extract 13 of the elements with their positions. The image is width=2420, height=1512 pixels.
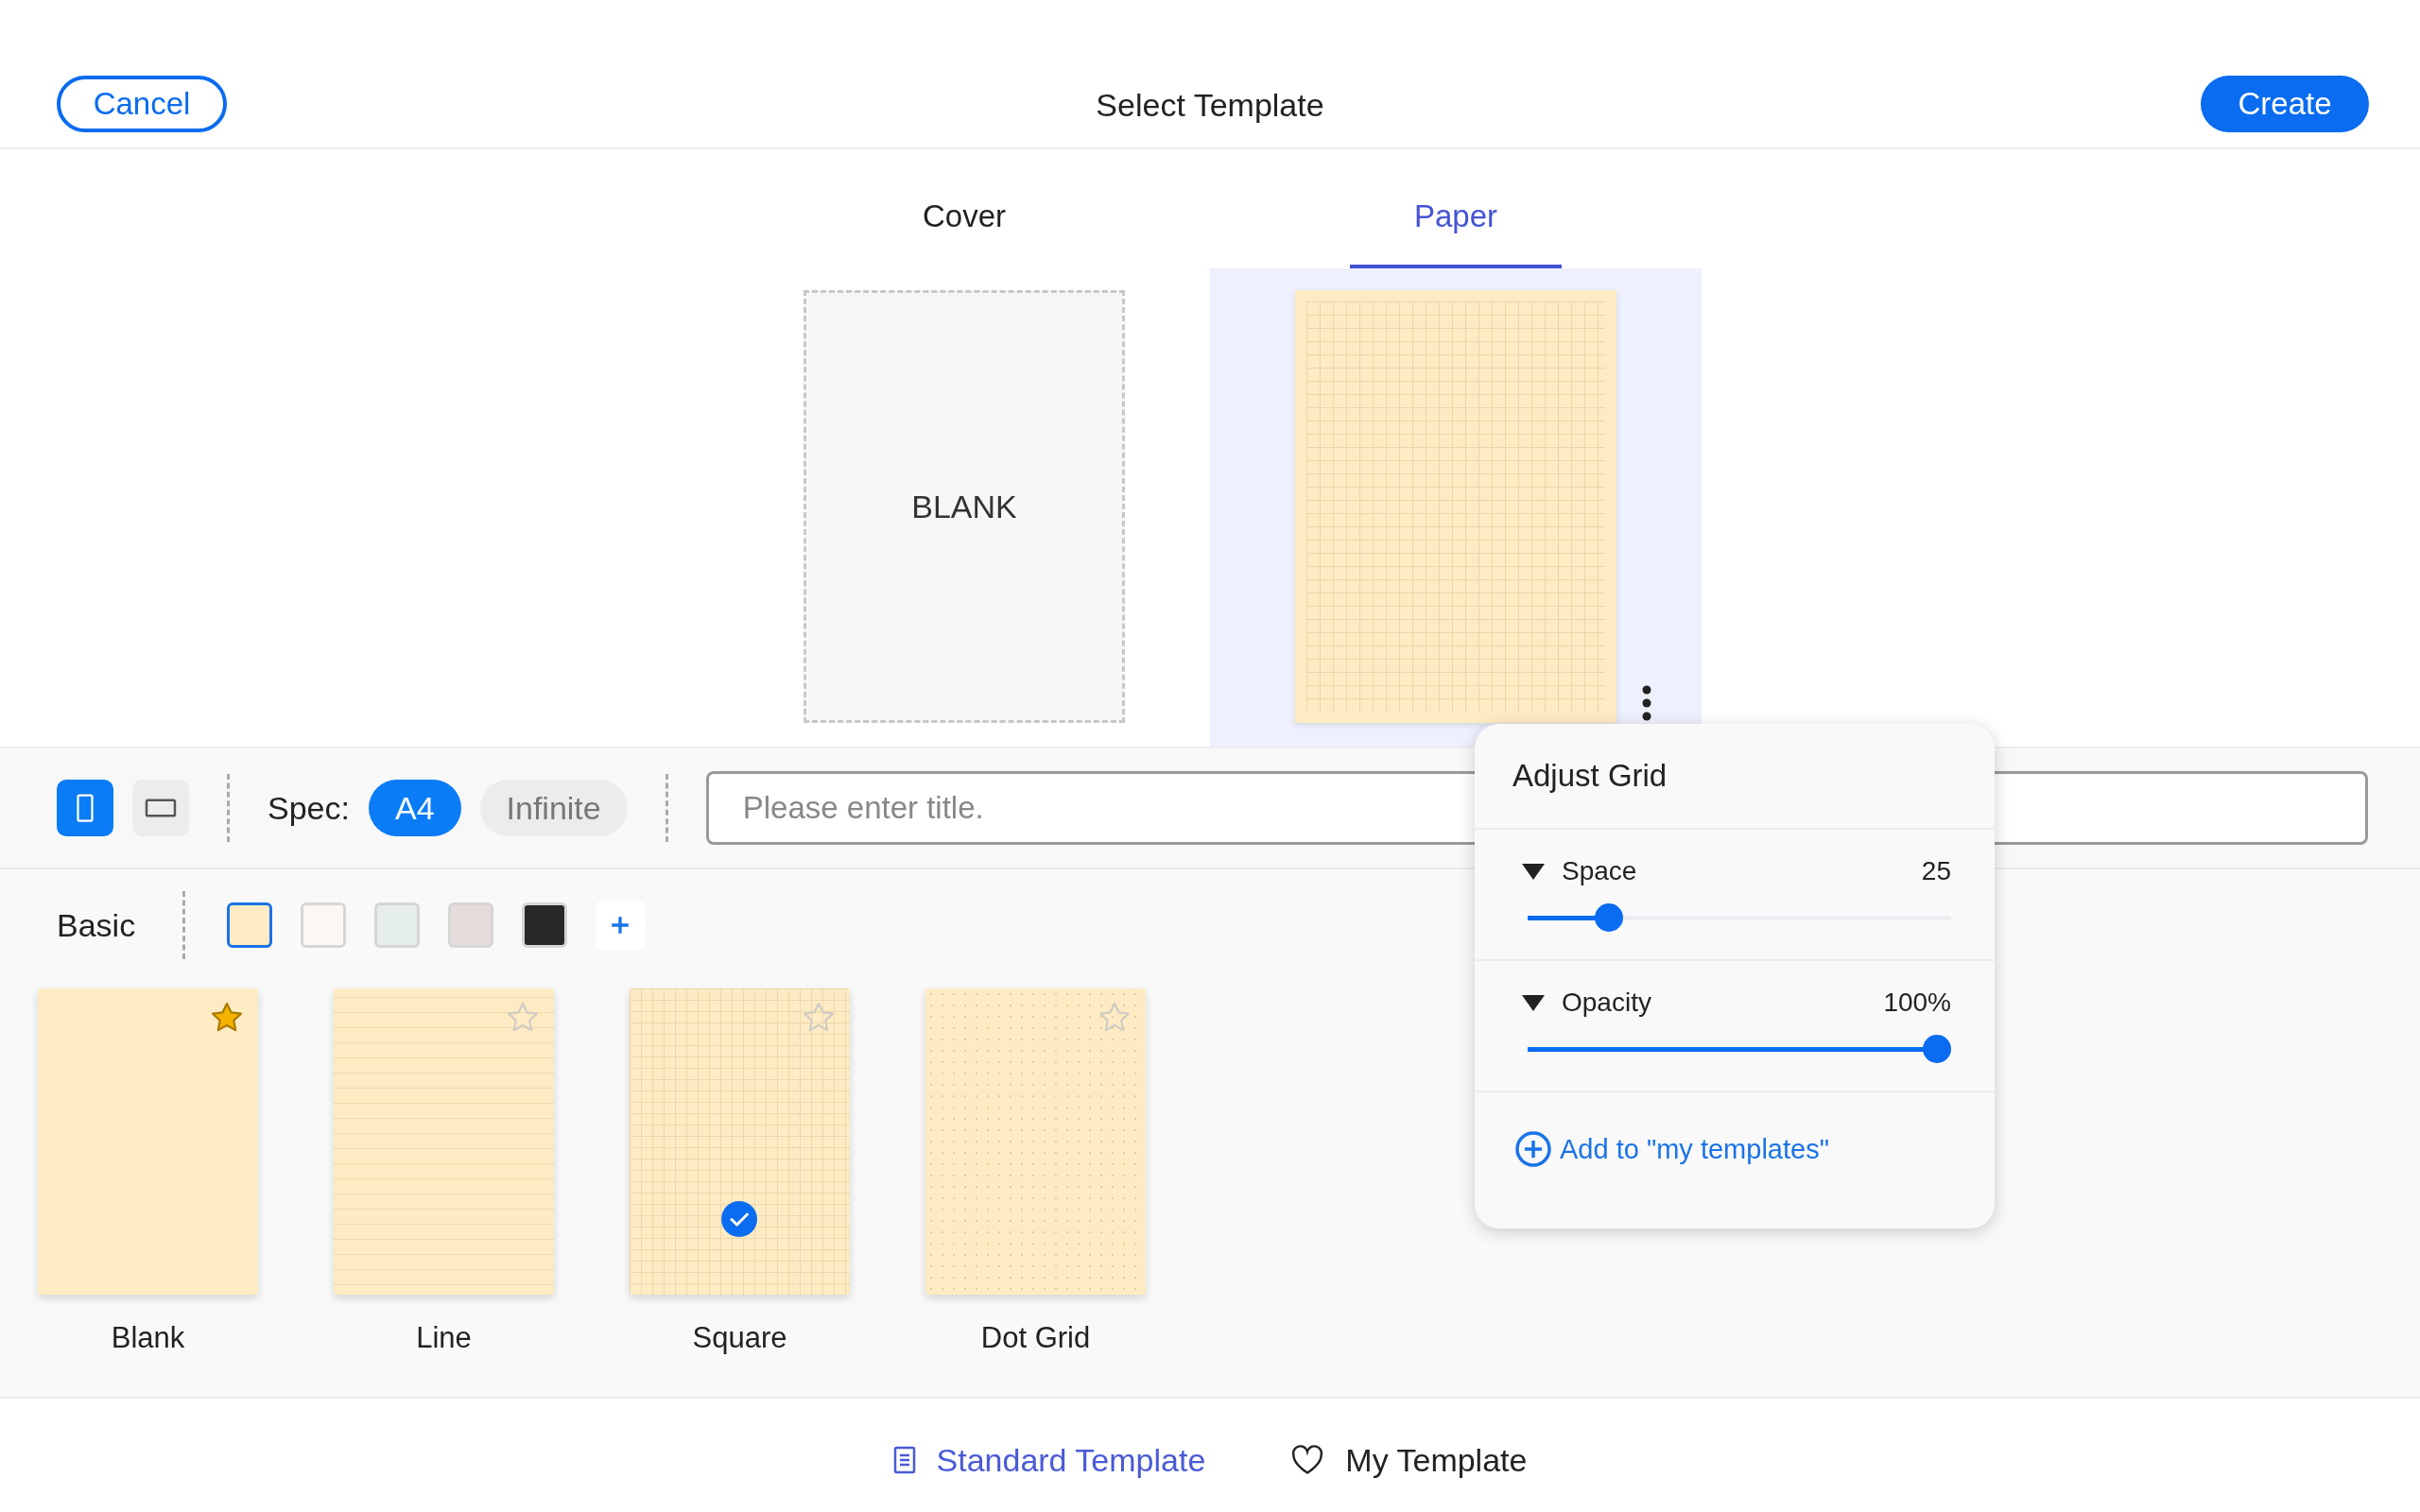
popup-title: Adjust Grid (1475, 724, 1995, 830)
setting-value: 25 (1921, 856, 1951, 886)
color-group-label: Basic (57, 906, 136, 944)
template-name: Line (416, 1321, 472, 1355)
setting-value: 100% (1883, 988, 1951, 1018)
template-name: Square (692, 1321, 787, 1355)
spec-label: Spec: (268, 789, 350, 827)
template-name: Blank (111, 1321, 185, 1355)
setting-label: Space (1562, 856, 1637, 886)
template-name: Dot Grid (980, 1321, 1091, 1355)
blank-label: BLANK (911, 488, 1017, 525)
setting-label: Opacity (1562, 988, 1651, 1018)
window-title: Select Template (1096, 87, 1324, 124)
